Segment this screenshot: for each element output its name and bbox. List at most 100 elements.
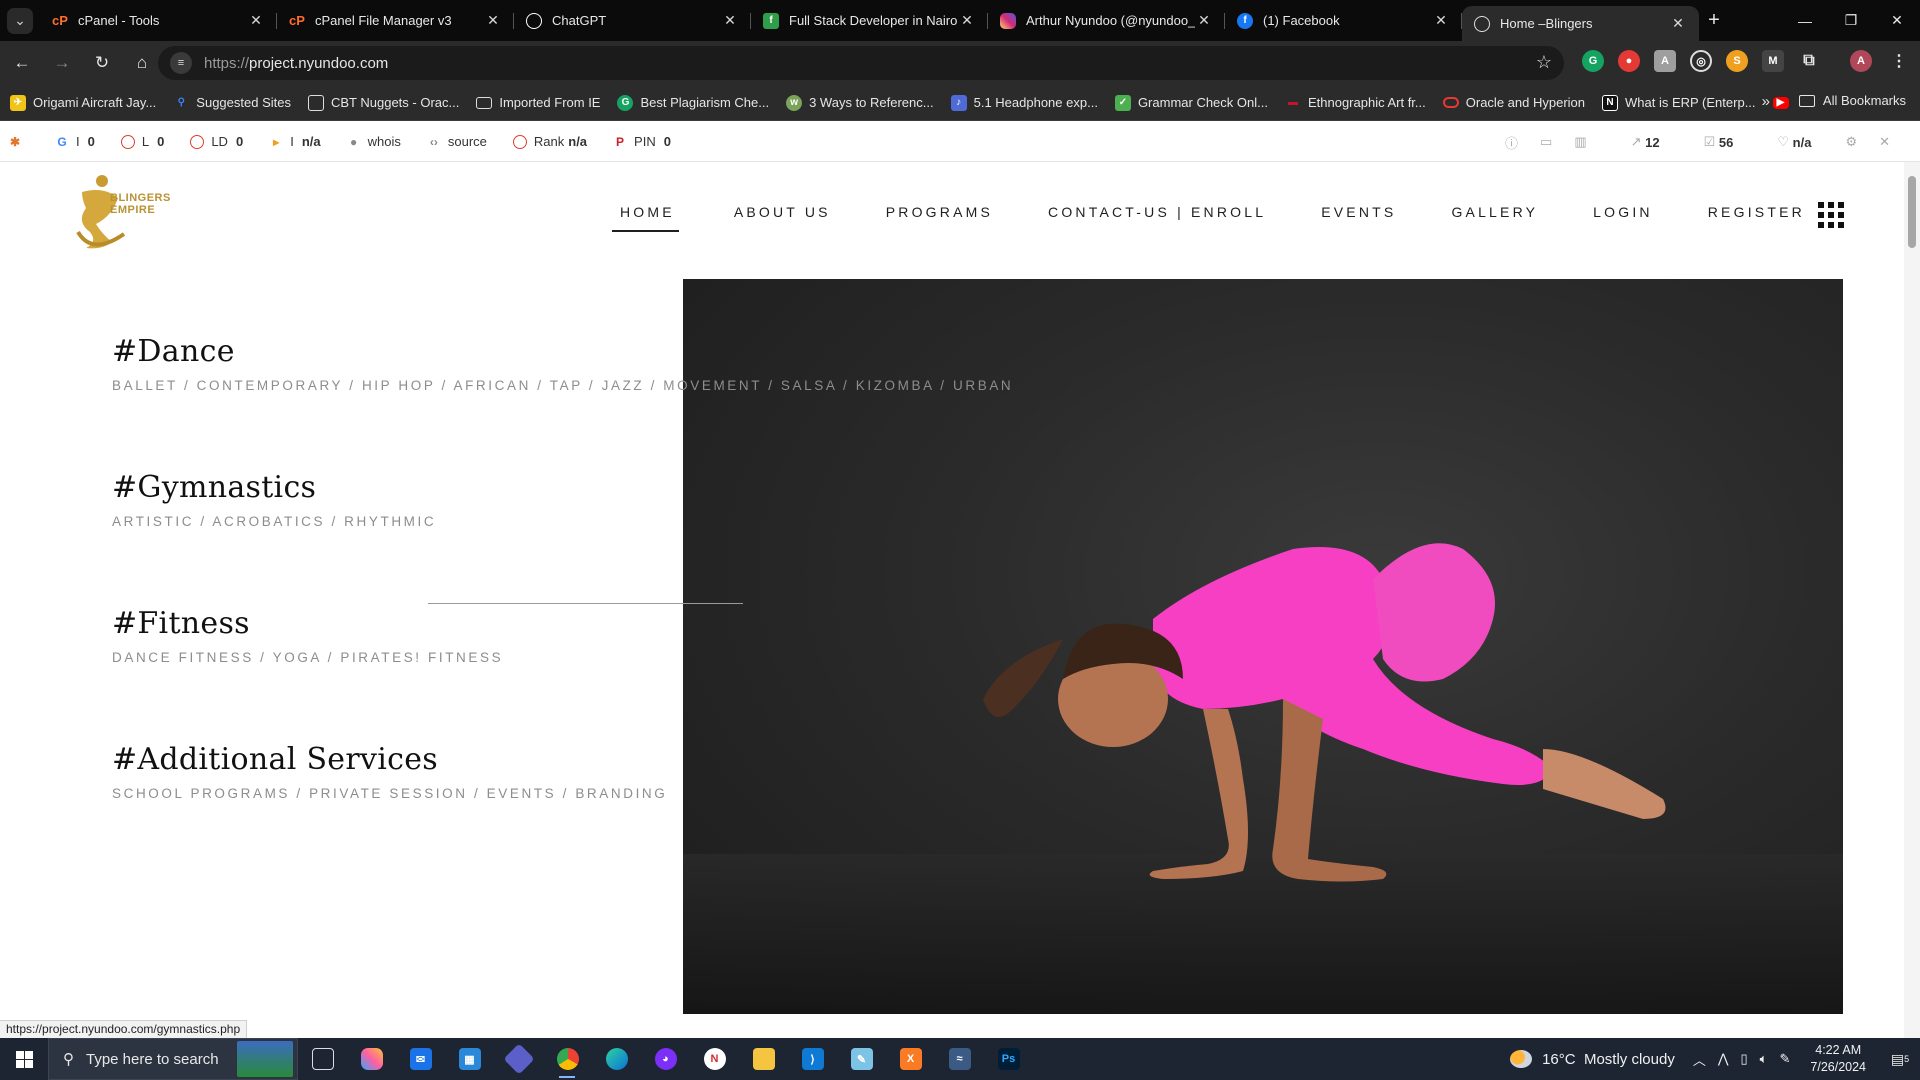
close-icon[interactable]: ✕ <box>958 12 976 29</box>
service-gymnastics[interactable]: #Gymnastics ARTISTIC / ACROBATICS / RHYT… <box>112 470 436 529</box>
restore-icon[interactable]: ❐ <box>1828 0 1874 41</box>
browser-menu-icon[interactable]: ⋮ <box>1888 50 1910 72</box>
grid-menu-icon[interactable] <box>1818 202 1844 228</box>
notification-center-button[interactable]: ▤ 5 <box>1880 1038 1920 1080</box>
volume-icon[interactable]: 🔈︎ <box>1760 1051 1768 1067</box>
taskbar-app-store[interactable]: ▦ <box>445 1038 494 1080</box>
reload-icon[interactable]: ↻ <box>84 45 120 81</box>
rank-item[interactable]: Rank n/a <box>512 134 587 149</box>
bookmark-item[interactable]: ✈ Origami Aircraft Jay... <box>10 94 156 111</box>
site-info-icon[interactable]: ≡ <box>170 52 192 74</box>
service-title[interactable]: #Additional Services <box>112 742 667 777</box>
source-item[interactable]: ‹› source <box>427 134 487 149</box>
extensions-puzzle-icon[interactable]: ⧉ <box>1798 50 1820 72</box>
all-bookmarks-button[interactable]: All Bookmarks <box>1798 93 1906 108</box>
service-additional[interactable]: #Additional Services SCHOOL PROGRAMS / P… <box>112 742 667 801</box>
new-tab-button[interactable]: + <box>1699 9 1729 32</box>
bing-index-item[interactable]: ▸ In/a <box>269 134 320 149</box>
tab-6-active[interactable]: Home –Blingers ✕ <box>1462 6 1699 41</box>
taskbar-app-news[interactable]: N <box>690 1038 739 1080</box>
bookmark-item[interactable]: w3 Ways to Referenc... <box>786 94 934 111</box>
taskbar-app-explorer[interactable] <box>739 1038 788 1080</box>
chart-icon[interactable]: ▥ <box>1574 134 1586 150</box>
bookmark-item[interactable]: G Best Plagiarism Che... <box>617 94 769 111</box>
service-dance[interactable]: #Dance BALLET / CONTEMPORARY / HIP HOP /… <box>112 334 1013 393</box>
taskbar-app-mail[interactable]: ✉ <box>396 1038 445 1080</box>
bookmark-item[interactable]: ▬ Ethnographic Art fr... <box>1285 95 1426 111</box>
mail-extension-icon[interactable]: M <box>1762 50 1784 72</box>
tab-0[interactable]: cP cPanel - Tools ✕ <box>40 0 277 41</box>
minimize-icon[interactable]: — <box>1782 0 1828 41</box>
nav-register[interactable]: REGISTER <box>1708 204 1805 232</box>
site-logo[interactable]: BLINGERS EMPIRE <box>72 172 172 256</box>
address-url[interactable]: https://project.nyundoo.com <box>204 55 388 72</box>
scrollbar-thumb[interactable] <box>1908 176 1916 248</box>
weather-widget[interactable]: 16°C Mostly cloudy <box>1510 1050 1675 1068</box>
profile-extension-icon[interactable]: A <box>1654 50 1676 72</box>
taskbar-app-notepad[interactable]: ✎ <box>837 1038 886 1080</box>
bookmark-item[interactable]: Oracle and Hyperion <box>1442 95 1585 110</box>
battery-icon[interactable]: ▯ <box>1741 1051 1748 1067</box>
record-extension-icon[interactable]: ◎ <box>1690 50 1712 72</box>
taskbar-app-chrome[interactable] <box>543 1038 592 1080</box>
close-icon[interactable]: ✕ <box>721 12 739 29</box>
taskbar-app-edge[interactable] <box>592 1038 641 1080</box>
chevron-up-icon[interactable]: ︿ <box>1693 1050 1706 1069</box>
bookmark-item[interactable]: N What is ERP (Enterp... <box>1602 94 1756 111</box>
service-title[interactable]: #Fitness <box>112 606 503 641</box>
bookmark-item[interactable]: ⚲ Suggested Sites <box>173 95 291 111</box>
taskbar-app-game[interactable]: ◕ <box>641 1038 690 1080</box>
nav-home[interactable]: HOME <box>612 204 679 232</box>
pen-icon[interactable]: ✎ <box>1779 1051 1790 1067</box>
tab-5[interactable]: f (1) Facebook ✕ <box>1225 0 1462 41</box>
seo-extension-icon[interactable]: S <box>1726 50 1748 72</box>
google-index-item[interactable]: GI0 <box>55 134 95 149</box>
tab-search-button[interactable]: ⌄ <box>0 0 40 41</box>
tab-1[interactable]: cP cPanel File Manager v3 ✕ <box>277 0 514 41</box>
grammarly-extension-icon[interactable]: G <box>1582 50 1604 72</box>
pinterest-item[interactable]: P PIN 0 <box>613 134 671 149</box>
close-icon[interactable]: ✕ <box>247 12 265 29</box>
service-fitness[interactable]: #Fitness DANCE FITNESS / YOGA / PIRATES!… <box>112 606 503 665</box>
close-icon[interactable]: ✕ <box>1432 12 1450 29</box>
home-icon[interactable]: ⌂ <box>124 45 160 81</box>
info-icon[interactable]: ⓘ <box>1505 133 1518 152</box>
pages-count[interactable]: ☑ 56 <box>1682 134 1734 150</box>
taskbar-app-power-automate[interactable] <box>494 1038 543 1080</box>
service-title[interactable]: #Gymnastics <box>112 470 436 505</box>
link-domains-item[interactable]: LD 0 <box>190 134 243 149</box>
bookmarks-overflow-icon[interactable]: » <box>1762 93 1770 110</box>
whois-item[interactable]: ● whois <box>347 134 401 149</box>
gear-icon[interactable]: ⚙ <box>1845 134 1857 150</box>
bookmark-star-icon[interactable]: ☆ <box>1536 52 1552 73</box>
nav-programs[interactable]: PROGRAMS <box>886 204 993 232</box>
start-button[interactable] <box>0 1038 48 1080</box>
nav-about-us[interactable]: ABOUT US <box>734 204 831 232</box>
adblock-extension-icon[interactable]: ● <box>1618 50 1640 72</box>
seo-logo-icon[interactable]: ✱ <box>8 135 29 149</box>
trust-value[interactable]: ♡ n/a <box>1755 134 1811 150</box>
nav-gallery[interactable]: GALLERY <box>1451 204 1538 232</box>
close-icon[interactable]: ✕ <box>1669 15 1687 32</box>
close-icon[interactable]: ✕ <box>484 12 502 29</box>
bookmark-item[interactable]: ♪ 5.1 Headphone exp... <box>950 94 1098 111</box>
taskbar-app-xampp[interactable]: X <box>886 1038 935 1080</box>
nav-login[interactable]: LOGIN <box>1593 204 1653 232</box>
close-icon[interactable]: ✕ <box>1195 12 1213 29</box>
task-view-button[interactable] <box>298 1038 347 1080</box>
taskbar-app-photoshop[interactable]: Ps <box>984 1038 1033 1080</box>
tab-4[interactable]: Arthur Nyundoo (@nyundoo_a ✕ <box>988 0 1225 41</box>
network-icon[interactable]: ⋀ <box>1718 1051 1729 1067</box>
external-links-count[interactable]: ↗ 12 <box>1609 134 1660 150</box>
bookmark-item[interactable]: CBT Nuggets - Orac... <box>307 94 459 111</box>
address-bar[interactable]: ≡ https://project.nyundoo.com ☆ <box>158 46 1564 80</box>
monitor-icon[interactable]: ▭ <box>1540 134 1552 150</box>
close-icon[interactable]: ✕ <box>1879 134 1890 150</box>
taskbar-search-box[interactable]: ⚲ Type here to search <box>48 1038 298 1080</box>
back-icon[interactable]: ← <box>4 45 40 81</box>
nav-contact-enroll[interactable]: CONTACT-US | ENROLL <box>1048 204 1266 232</box>
bookmark-item[interactable]: ▶ <box>1772 96 1796 109</box>
taskbar-app-vscode[interactable]: ⟩ <box>788 1038 837 1080</box>
bookmark-item[interactable]: ✓ Grammar Check Onl... <box>1114 94 1268 111</box>
bookmark-item[interactable]: Imported From IE <box>476 95 600 110</box>
